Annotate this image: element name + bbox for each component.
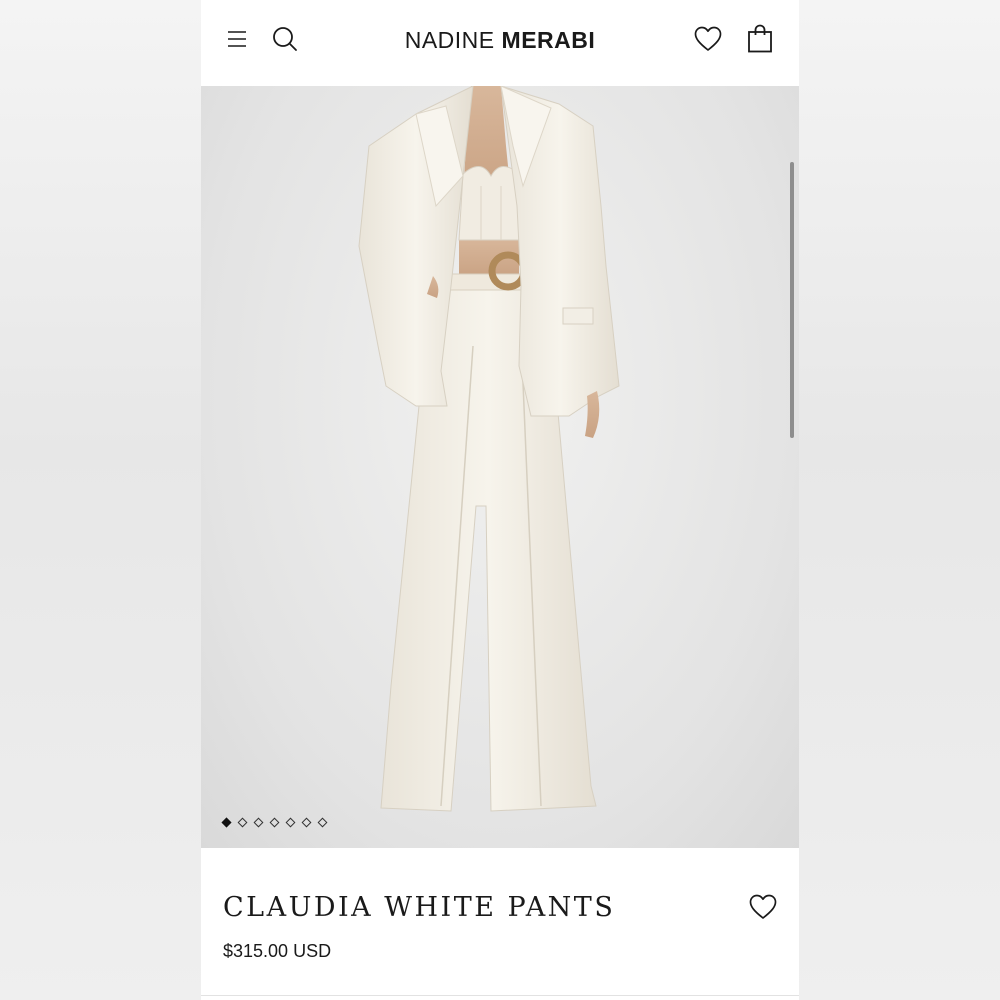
gallery-dot-2[interactable] [237,817,248,827]
product-info: CLAUDIA WHITE PANTS $315.00 USD [201,848,799,1000]
product-image-gallery[interactable] [201,86,799,848]
brand-name-bold: MERABI [501,27,596,53]
gallery-dot-4[interactable] [269,817,280,827]
gallery-dot-5[interactable] [285,817,296,827]
site-header: NADINE MERABI [201,0,799,86]
wishlist-heart-icon[interactable] [749,894,777,920]
brand-name-light: NADINE [404,27,502,53]
gallery-dot-7[interactable] [317,817,328,827]
bag-icon[interactable] [747,24,773,53]
gallery-pagination [221,816,328,828]
page-scrollbar[interactable] [790,162,794,438]
product-title: CLAUDIA WHITE PANTS [223,892,616,923]
heart-icon[interactable] [694,26,722,52]
mobile-page: NADINE MERABI CLAUDIA WHITE PANTS $315.0… [201,0,799,1000]
gallery-dot-6[interactable] [301,817,312,827]
gallery-dot-3[interactable] [253,817,264,827]
product-price: $315.00 USD [223,941,332,961]
background-left [0,0,201,1000]
gallery-dot-1[interactable] [221,817,232,827]
background-right [799,0,1000,1000]
product-photo [358,86,620,812]
divider [201,995,799,996]
